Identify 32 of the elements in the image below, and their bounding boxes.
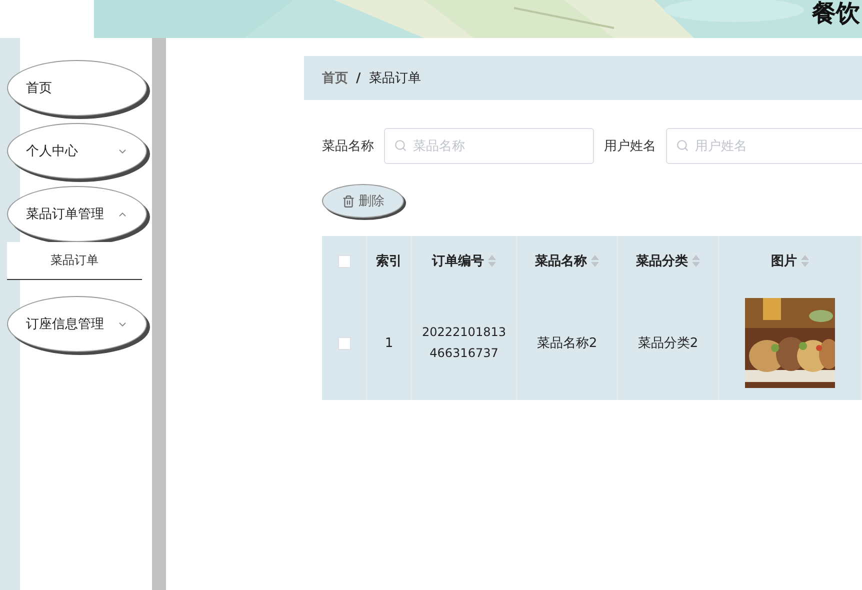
submenu-item[interactable]: 菜品订单 (7, 242, 142, 280)
menu-item[interactable]: 首页 (7, 60, 147, 116)
table-cell-text: 菜品分类2 (638, 334, 698, 352)
breadcrumb-link[interactable]: 菜品订单 (368, 69, 421, 87)
filter-label: 菜品名称 (322, 138, 374, 155)
delete-button[interactable]: 删除 (322, 184, 404, 218)
breadcrumb-link[interactable]: 首页 (322, 69, 348, 87)
search-field[interactable]: 菜品名称 (384, 128, 594, 164)
column-header: 菜品分类 (636, 253, 688, 270)
column-header: 菜品名称 (535, 253, 587, 270)
sort-icon[interactable] (488, 255, 496, 267)
search-field[interactable]: 用户姓名 (666, 128, 862, 164)
checkbox[interactable] (338, 336, 350, 350)
separator: / (356, 70, 361, 86)
search-icon (394, 139, 407, 152)
column-header: 订单编号 (432, 252, 484, 270)
trash-icon (342, 194, 354, 208)
sort-icon[interactable] (591, 255, 599, 267)
menu-item[interactable]: 个人中心 (7, 123, 147, 179)
sort-icon[interactable] (692, 255, 700, 267)
checkbox[interactable] (338, 254, 350, 268)
table-cell-text: 20222101813466316737 (421, 324, 507, 362)
app-title: 餐饮 (812, 0, 860, 26)
table-cell-text: 1 (384, 334, 394, 352)
search-icon (676, 139, 689, 152)
table-cell-text: 菜品名称2 (536, 334, 598, 352)
column-header: 图片 (771, 253, 797, 270)
menu-item[interactable]: 订座信息管理 (7, 296, 147, 352)
column-header: 索引 (376, 252, 402, 270)
menu-item[interactable]: 菜品订单管理 (7, 186, 147, 242)
filter-label: 用户姓名 (604, 138, 656, 155)
sort-icon[interactable] (801, 255, 809, 267)
